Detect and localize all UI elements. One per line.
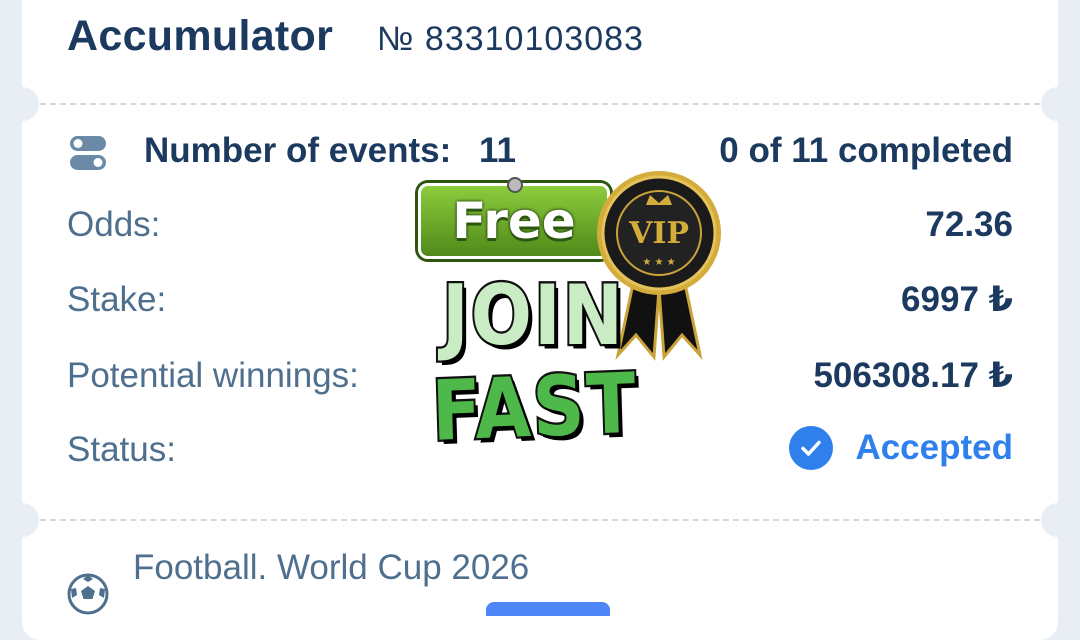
- dashed-divider: [40, 103, 1040, 105]
- ticket-notch: [5, 503, 39, 537]
- free-badge: Free: [418, 183, 610, 259]
- pin-icon: [507, 177, 523, 193]
- stake-value: 6997 ₺: [901, 280, 1013, 319]
- status-label: Status:: [67, 430, 176, 469]
- bet-type-title: Accumulator: [67, 12, 334, 60]
- league-title[interactable]: Football. World Cup 2026: [133, 548, 529, 588]
- potential-winnings-value: 506308.17 ₺: [813, 356, 1013, 395]
- ticket-notch: [1041, 87, 1075, 121]
- free-text: Free: [452, 192, 576, 250]
- ticket-notch: [5, 87, 39, 121]
- vip-text: VIP: [628, 216, 689, 251]
- ticket-notch: [1041, 503, 1075, 537]
- fast-text: FAST: [428, 352, 641, 461]
- status-badge: Accepted: [789, 426, 1013, 470]
- potential-winnings-label: Potential winnings:: [67, 356, 359, 395]
- status-value: Accepted: [855, 428, 1013, 467]
- join-text: JOIN: [440, 264, 626, 365]
- events-label: Number of events:: [144, 131, 452, 170]
- odds-label: Odds:: [67, 205, 161, 244]
- ticket-number: № 83310103083: [377, 20, 644, 58]
- check-circle-icon: [789, 426, 834, 470]
- football-icon: [67, 573, 109, 615]
- stake-label: Stake:: [67, 280, 167, 319]
- completed-count: 0 of 11 completed: [719, 131, 1013, 170]
- odds-value: 72.36: [925, 205, 1013, 244]
- events-toggle-icon: [70, 136, 106, 170]
- promo-overlay: Free VIP ★ ★ ★ JOIN FAST: [410, 165, 730, 475]
- dashed-divider: [40, 519, 1040, 521]
- event-tag: [486, 602, 610, 616]
- svg-text:★ ★ ★: ★ ★ ★: [642, 257, 675, 268]
